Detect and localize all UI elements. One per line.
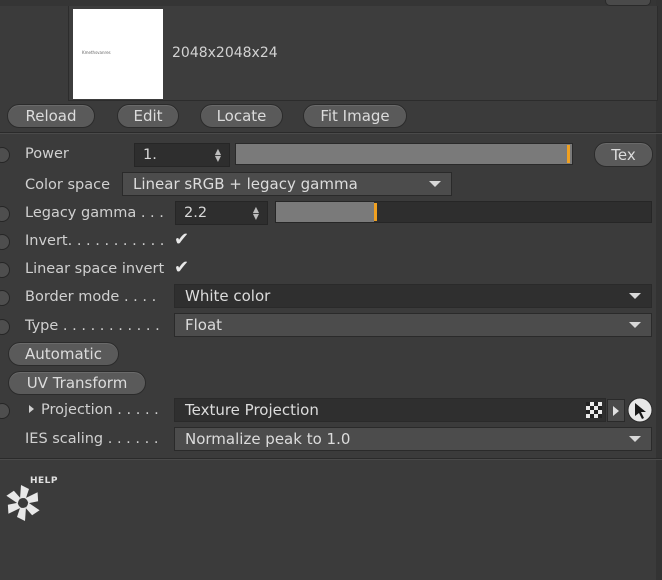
legacy-gamma-input[interactable]: 2.2 ▲ ▼ — [175, 201, 268, 225]
linear-space-invert-label: Linear space invert — [25, 261, 165, 277]
power-label: Power — [25, 146, 69, 162]
legacy-gamma-value: 2.2 — [184, 205, 208, 221]
image-dimensions: 2048x2048x24 — [172, 45, 278, 61]
color-space-label: Color space — [25, 177, 111, 193]
reload-button[interactable]: Reload — [7, 104, 95, 128]
legacy-gamma-animate-radio[interactable] — [0, 206, 10, 222]
border-mode-value: White color — [185, 287, 271, 305]
chevron-down-icon — [629, 293, 641, 299]
legacy-gamma-slider[interactable] — [275, 201, 652, 223]
checkerboard-icon[interactable] — [586, 402, 602, 418]
help-label: HELP — [30, 476, 59, 486]
border-mode-dropdown[interactable]: White color — [174, 284, 652, 308]
divider-highlight — [0, 133, 662, 134]
projection-value: Texture Projection — [185, 401, 319, 419]
projection-arrow-button[interactable] — [607, 399, 625, 422]
border-mode-label: Border mode . . . . — [25, 289, 157, 305]
chevron-down-icon — [429, 181, 441, 187]
expand-triangle-icon[interactable] — [29, 405, 34, 413]
edit-button[interactable]: Edit — [117, 104, 179, 128]
arrow-right-icon — [613, 406, 619, 416]
legacy-gamma-slider-handle[interactable] — [373, 203, 377, 221]
pick-pointer-icon[interactable] — [627, 397, 653, 423]
power-slider-handle[interactable] — [566, 145, 570, 163]
ies-scaling-label: IES scaling . . . . . . — [25, 431, 159, 447]
spinner-arrows-icon[interactable]: ▲ ▼ — [253, 206, 259, 221]
projection-animate-radio[interactable] — [0, 403, 10, 419]
locate-button[interactable]: Locate — [200, 104, 283, 128]
type-value: Float — [185, 316, 223, 334]
invert-label: Invert. . . . . . . . . . . — [25, 233, 165, 249]
invert-checkbox[interactable]: ✔ — [174, 229, 189, 250]
projection-label: Projection . . . . . — [41, 402, 159, 418]
power-slider[interactable] — [235, 143, 573, 165]
automatic-button[interactable]: Automatic — [8, 342, 119, 366]
color-space-value: Linear sRGB + legacy gamma — [133, 175, 358, 193]
ies-scaling-value: Normalize peak to 1.0 — [185, 430, 351, 448]
chevron-down-icon — [629, 436, 641, 442]
fit-image-button[interactable]: Fit Image — [303, 104, 407, 128]
type-label: Type . . . . . . . . . . . — [25, 318, 160, 334]
color-space-dropdown[interactable]: Linear sRGB + legacy gamma — [122, 172, 452, 196]
type-animate-radio[interactable] — [0, 319, 10, 335]
invert-animate-radio[interactable] — [0, 234, 10, 250]
uv-transform-button[interactable]: UV Transform — [8, 371, 146, 395]
power-value: 1. — [143, 147, 157, 163]
divider-highlight — [0, 459, 662, 460]
legacy-gamma-label: Legacy gamma . . . — [25, 205, 164, 221]
power-animate-radio[interactable] — [0, 147, 10, 163]
spinner-arrows-icon[interactable]: ▲ ▼ — [215, 148, 221, 163]
legacy-gamma-slider-fill — [276, 202, 374, 222]
ies-scaling-dropdown[interactable]: Normalize peak to 1.0 — [174, 427, 652, 451]
octane-help-icon[interactable] — [2, 482, 44, 524]
type-dropdown[interactable]: Float — [174, 313, 652, 337]
tex-button[interactable]: Tex — [594, 142, 653, 167]
border-mode-animate-radio[interactable] — [0, 290, 10, 306]
linear-space-invert-checkbox[interactable]: ✔ — [174, 257, 189, 278]
chevron-down-icon — [629, 322, 641, 328]
thumbnail-caption: Kmethsvanres — [82, 50, 111, 55]
linear-space-invert-animate-radio[interactable] — [0, 262, 10, 278]
power-input[interactable]: 1. ▲ ▼ — [134, 143, 230, 167]
projection-field[interactable]: Texture Projection — [174, 398, 606, 422]
